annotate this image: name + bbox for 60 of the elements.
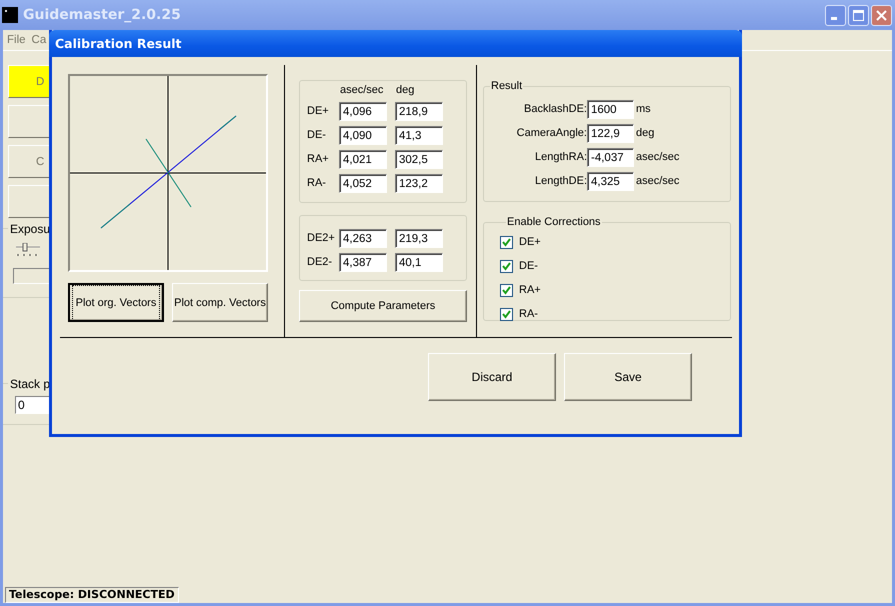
app-icon xyxy=(2,7,18,23)
checkbox-label: RA+ xyxy=(519,284,541,296)
row-label: RA+ xyxy=(307,153,330,165)
row-label: DE2+ xyxy=(307,232,336,244)
value-field[interactable]: 4,096 xyxy=(339,102,387,120)
minimize-button[interactable] xyxy=(825,4,846,26)
unit-label: deg xyxy=(636,127,654,139)
minimize-icon xyxy=(831,16,837,20)
plot-button[interactable]: Plot comp. Vectors xyxy=(172,283,268,322)
status-text: Telescope: DISCONNECTED xyxy=(5,587,179,603)
row-label: DE2- xyxy=(307,256,334,268)
checkbox-label: RA- xyxy=(519,308,538,320)
value-field[interactable]: 123,2 xyxy=(395,174,443,192)
value-field[interactable]: 41,3 xyxy=(395,126,443,144)
checkbox-label: DE- xyxy=(519,260,538,272)
field-label: BacklashDE: xyxy=(523,103,587,115)
checkbox-label: DE+ xyxy=(519,236,541,248)
dialog-button[interactable]: Discard xyxy=(428,353,556,401)
compute-button[interactable]: Compute Parameters xyxy=(299,290,467,322)
maximize-icon xyxy=(853,10,864,20)
value-field[interactable]: 40,1 xyxy=(395,252,443,272)
value-field[interactable]: 4,263 xyxy=(339,228,387,248)
row-label: DE- xyxy=(307,129,327,141)
unit-label: ms xyxy=(636,103,651,115)
value-field[interactable]: 4,090 xyxy=(339,126,387,144)
dialog-title: Calibration Result xyxy=(49,30,742,57)
plot-button[interactable]: Plot org. Vectors xyxy=(68,283,164,322)
value-field[interactable]: 4,052 xyxy=(339,174,387,192)
value-field[interactable]: 4,387 xyxy=(339,252,387,272)
column-header: deg xyxy=(396,84,416,98)
value-field[interactable]: 302,5 xyxy=(395,150,443,168)
group-title: Enable Corrections xyxy=(506,216,602,228)
value-field[interactable]: -4,037 xyxy=(587,148,634,166)
value-field[interactable]: 4,021 xyxy=(339,150,387,168)
close-button[interactable] xyxy=(871,4,892,26)
value-field[interactable]: 4,325 xyxy=(587,172,634,190)
checkbox[interactable] xyxy=(500,260,513,272)
maximize-button[interactable] xyxy=(848,4,869,26)
menu-item[interactable]: File xyxy=(7,34,26,46)
field-label: LengthDE: xyxy=(534,175,587,187)
checkbox[interactable] xyxy=(500,308,513,320)
value-field[interactable]: 218,9 xyxy=(395,102,443,120)
field-label: CameraAngle: xyxy=(516,127,587,139)
row-label: DE+ xyxy=(307,105,330,117)
value-field[interactable]: 1600 xyxy=(587,100,634,118)
field-label: LengthRA: xyxy=(534,151,587,163)
unit-label: asec/sec xyxy=(636,151,680,163)
checkbox[interactable] xyxy=(500,236,513,248)
window-title: Guidemaster_2.0.25 xyxy=(23,7,182,23)
column-header: asec/sec xyxy=(340,84,384,98)
checkbox[interactable] xyxy=(500,284,513,296)
row-label: RA- xyxy=(307,177,327,189)
slider-thumb[interactable] xyxy=(16,243,40,257)
value-field[interactable]: 219,3 xyxy=(395,228,443,248)
menu-item[interactable]: Ca xyxy=(32,34,46,46)
value-field[interactable]: 122,9 xyxy=(587,124,634,142)
dialog-button[interactable]: Save xyxy=(564,353,692,401)
unit-label: asec/sec xyxy=(636,175,680,187)
close-icon xyxy=(876,10,887,20)
group-title: Result xyxy=(490,80,524,92)
